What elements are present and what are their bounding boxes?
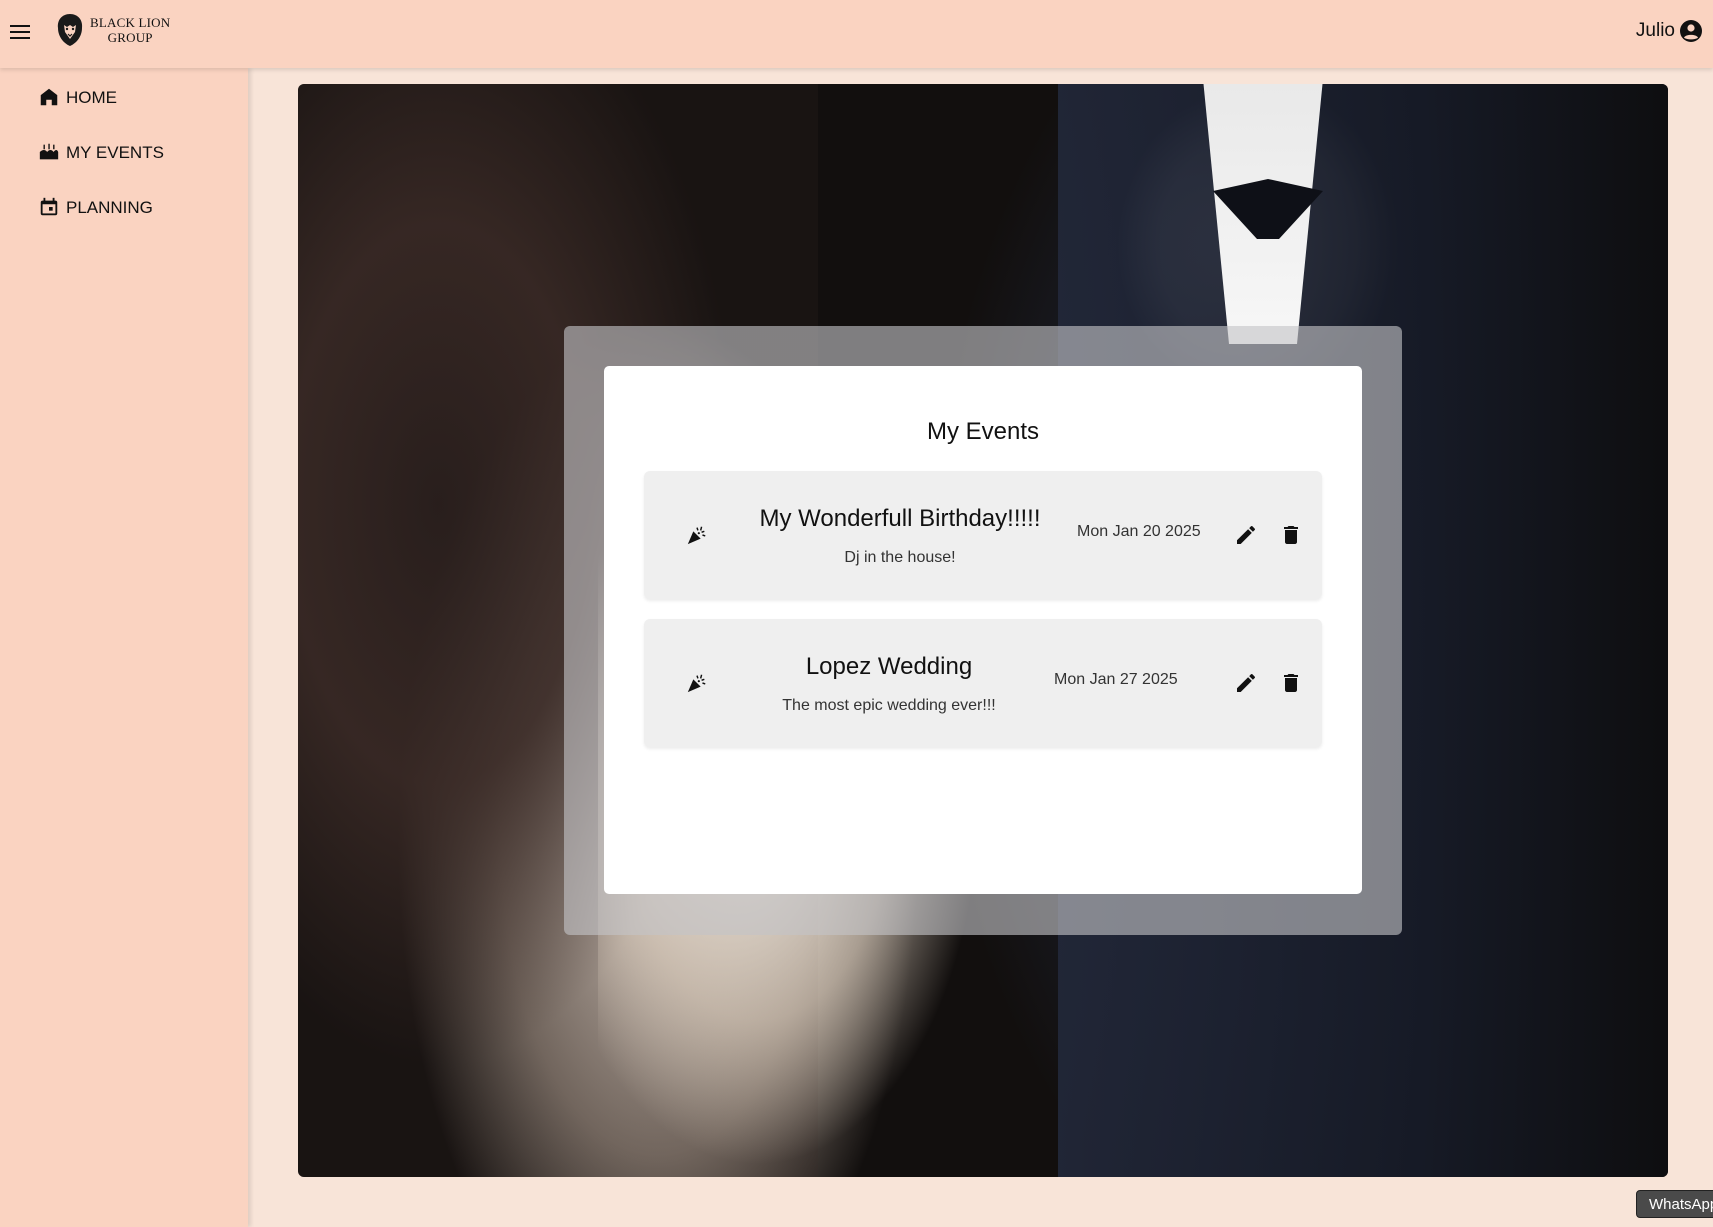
edit-icon[interactable] xyxy=(1234,523,1258,547)
event-date: Mon Jan 27 2025 xyxy=(1054,671,1178,688)
delete-icon[interactable] xyxy=(1279,523,1303,547)
sidebar-item-label: PLANNING xyxy=(66,198,153,217)
calendar-icon xyxy=(40,197,58,216)
user-name: Julio xyxy=(1635,20,1675,41)
page-title: My Events xyxy=(926,418,1040,445)
event-description: The most epic wedding ever!!! xyxy=(782,697,996,714)
delete-icon[interactable] xyxy=(1279,671,1303,695)
menu-icon[interactable] xyxy=(8,20,32,44)
event-description: Dj in the house! xyxy=(844,549,956,566)
lion-logo-icon xyxy=(57,14,83,46)
event-item[interactable]: Lopez Wedding The most epic wedding ever… xyxy=(644,619,1322,747)
party-popper-icon xyxy=(687,674,706,693)
event-title: Lopez Wedding xyxy=(805,653,973,680)
brand-name: BLACK LION GROUP xyxy=(90,15,170,45)
edit-icon[interactable] xyxy=(1234,671,1258,695)
party-popper-icon xyxy=(687,526,706,545)
sidebar-item-label: HOME xyxy=(66,88,117,107)
sidebar-item-home[interactable]: HOME xyxy=(38,86,117,108)
event-title: My Wonderfull Birthday!!!!! xyxy=(759,505,1041,532)
home-icon xyxy=(40,88,58,106)
sidebar: HOME MY EVENTS PLANNING xyxy=(0,68,248,1227)
brand-logo[interactable]: BLACK LION GROUP xyxy=(54,12,170,48)
account-circle-icon xyxy=(1680,20,1702,42)
brand-line-1: BLACK LION xyxy=(90,15,171,30)
sidebar-item-label: MY EVENTS xyxy=(66,143,164,162)
top-app-bar: BLACK LION GROUP Julio xyxy=(0,0,1713,68)
event-item[interactable]: My Wonderfull Birthday!!!!! Dj in the ho… xyxy=(644,471,1322,599)
events-icon xyxy=(39,143,59,160)
sidebar-item-planning[interactable]: PLANNING xyxy=(38,196,153,218)
whatsapp-tooltip[interactable]: WhatsApp xyxy=(1636,1190,1713,1218)
sidebar-item-my-events[interactable]: MY EVENTS xyxy=(38,141,164,163)
my-events-card: My Events My Wonderfull Birthday!!!!! Dj… xyxy=(604,366,1362,894)
brand-line-2: GROUP xyxy=(107,30,153,45)
user-menu[interactable]: Julio xyxy=(1636,19,1703,43)
event-date: Mon Jan 20 2025 xyxy=(1077,523,1201,540)
